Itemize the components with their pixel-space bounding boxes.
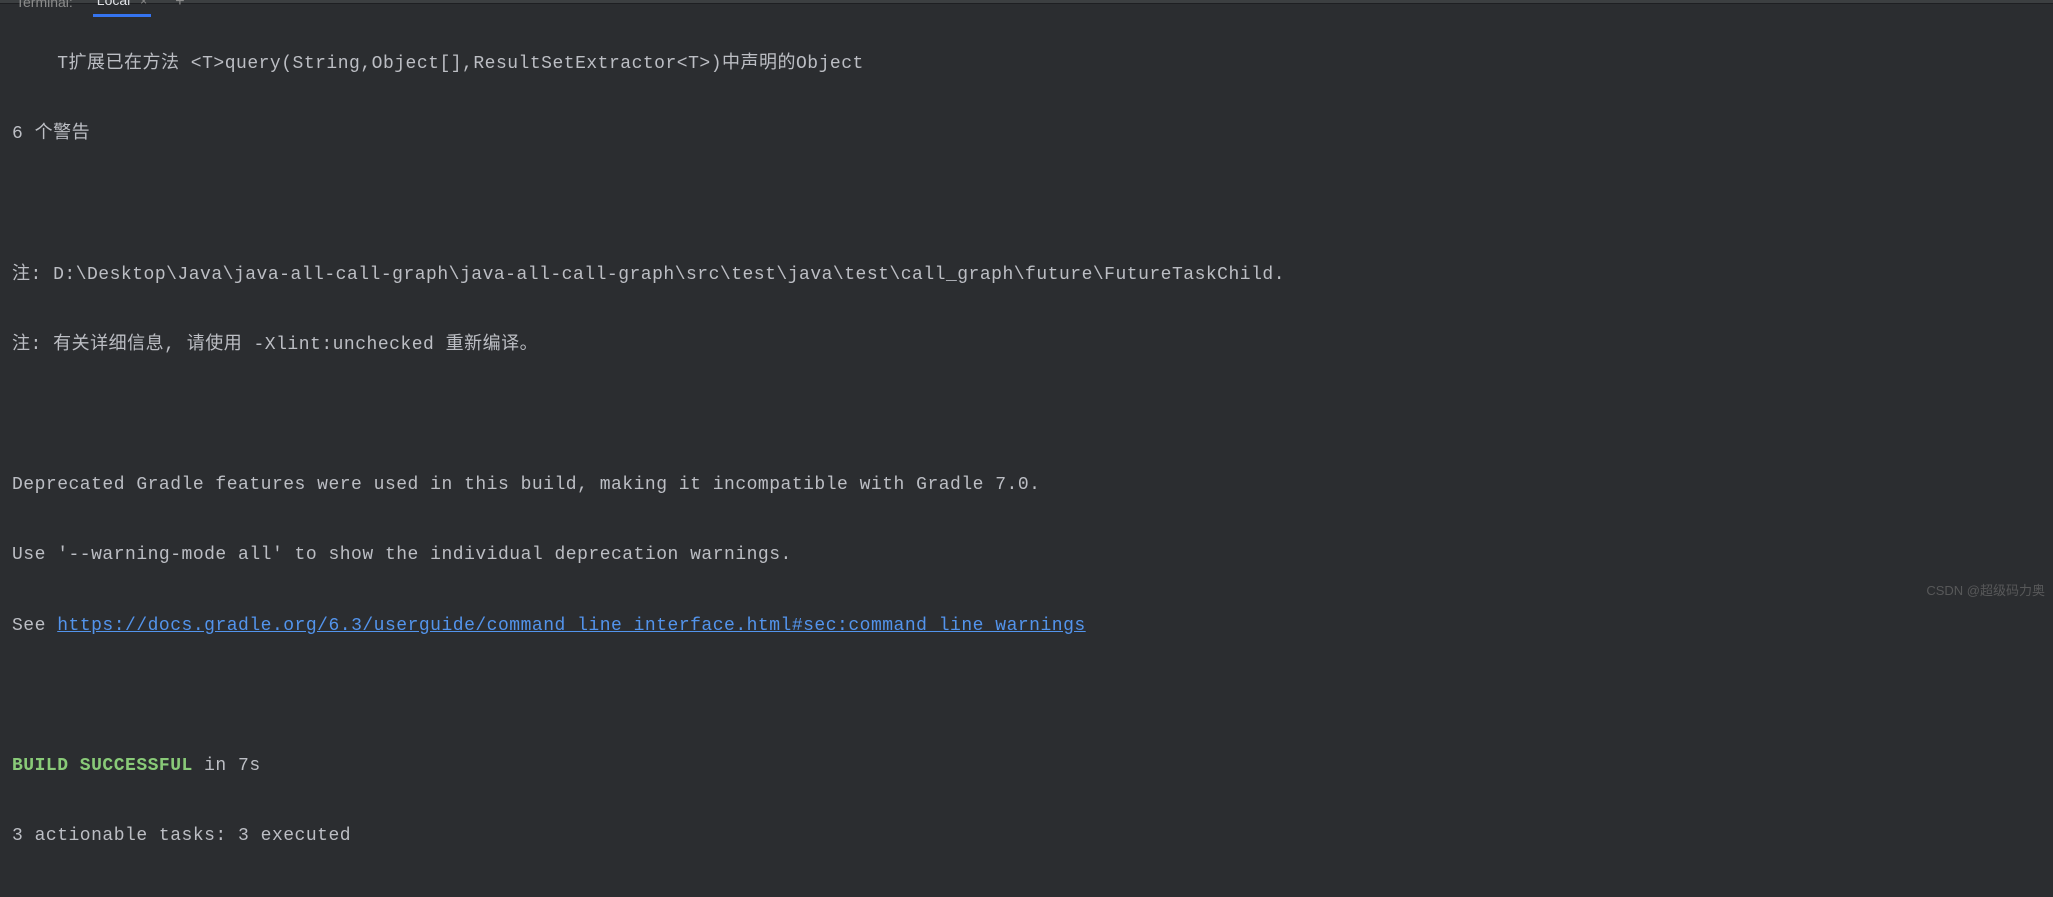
output-line: 注: D:\Desktop\Java\java-all-call-graph\j…	[12, 258, 2041, 293]
output-line	[12, 398, 2041, 433]
add-tab-button[interactable]: +	[167, 0, 193, 15]
output-line: See https://docs.gradle.org/6.3/userguid…	[12, 609, 2041, 644]
tab-local-label: Local	[97, 0, 130, 8]
gradle-docs-link[interactable]: https://docs.gradle.org/6.3/userguide/co…	[57, 616, 1085, 636]
output-line: 6 个警告	[12, 117, 2041, 152]
see-prefix: See	[12, 616, 57, 636]
output-line: Deprecated Gradle features were used in …	[12, 468, 2041, 503]
output-line: BUILD SUCCESSFUL in 7s	[12, 749, 2041, 784]
output-line: T扩展已在方法 <T>query(String,Object[],ResultS…	[12, 47, 2041, 82]
output-line: 注: 有关详细信息, 请使用 -Xlint:unchecked 重新编译。	[12, 328, 2041, 363]
watermark-text: CSDN @超级码力奥	[1926, 580, 2045, 599]
tab-local[interactable]: Local ×	[93, 0, 151, 17]
terminal-output[interactable]: T扩展已在方法 <T>query(String,Object[],ResultS…	[0, 4, 2053, 897]
output-line	[12, 679, 2041, 714]
output-line	[12, 187, 2041, 222]
terminal-tab-label: Terminal:	[12, 0, 77, 16]
output-line: Use '--warning-mode all' to show the ind…	[12, 538, 2041, 573]
close-icon[interactable]: ×	[140, 0, 147, 8]
build-time-text: in 7s	[193, 756, 261, 776]
output-line: 3 actionable tasks: 3 executed	[12, 819, 2041, 854]
build-success-text: BUILD SUCCESSFUL	[12, 756, 193, 776]
